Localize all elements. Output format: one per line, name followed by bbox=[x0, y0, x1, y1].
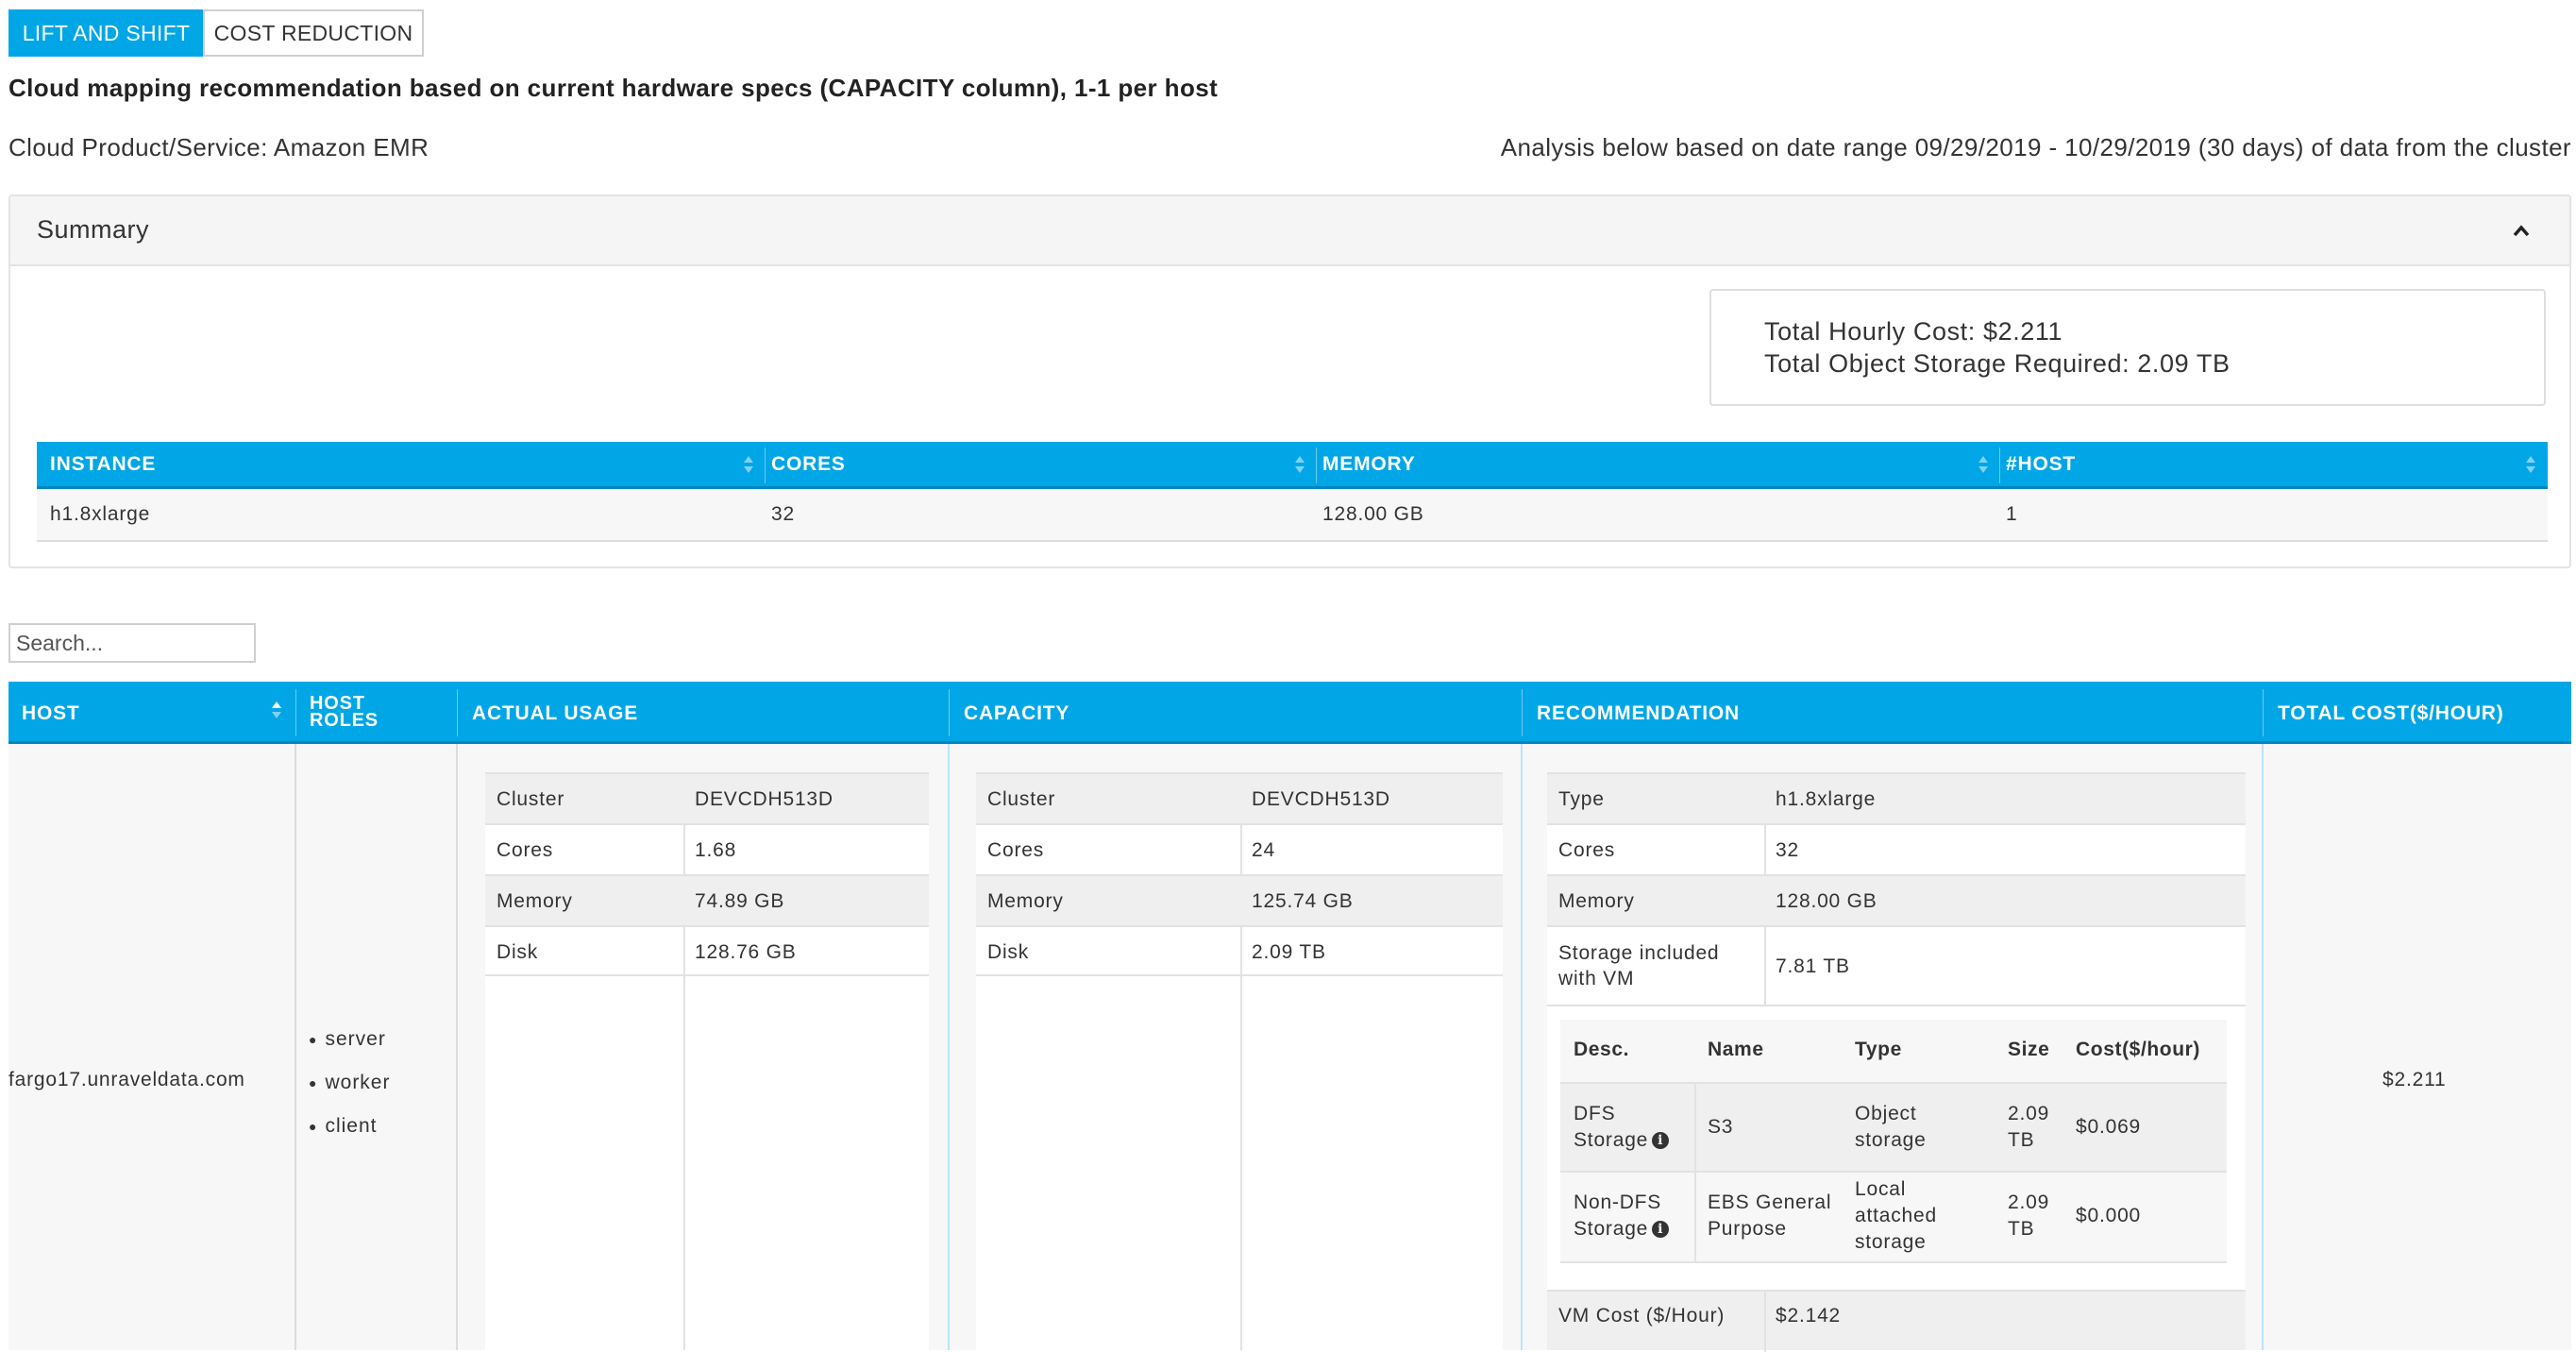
kv-key: Cores bbox=[987, 839, 1045, 861]
storage-name: EBS General Purpose bbox=[1708, 1191, 1832, 1240]
total-object-storage: Total Object Storage Required: 2.09 TB bbox=[1764, 349, 2231, 378]
host-table-header: HOST HOST ROLES ACTUAL USAGE CAPACITY RE… bbox=[8, 682, 2571, 744]
sort-icon[interactable] bbox=[1294, 453, 1305, 476]
storage-header-type: Type bbox=[1855, 1039, 1902, 1060]
kv-value: 7.81 TB bbox=[1776, 955, 1850, 977]
vm-cost-label: VM Cost ($/Hour) bbox=[1558, 1305, 1726, 1327]
column-header-memory[interactable]: MEMORY bbox=[1322, 442, 1416, 486]
column-header-total-cost[interactable]: TOTAL COST($/HOUR) bbox=[2278, 702, 2504, 725]
summary-title: Summary bbox=[37, 215, 150, 244]
kv-value: 24 bbox=[1252, 839, 1275, 861]
column-header-capacity[interactable]: CAPACITY bbox=[964, 702, 1069, 725]
kv-value: 128.00 GB bbox=[1776, 890, 1877, 912]
analysis-range-label: Analysis below based on date range 09/29… bbox=[1500, 133, 2571, 161]
sort-icon[interactable] bbox=[1978, 453, 1989, 476]
search-input[interactable] bbox=[8, 623, 256, 663]
storage-size: 2.09 TB bbox=[2008, 1103, 2050, 1151]
cell-instance: h1.8xlarge bbox=[50, 503, 151, 525]
storage-size: 2.09 TB bbox=[2008, 1191, 2050, 1240]
kv-value: 125.74 GB bbox=[1252, 890, 1354, 912]
sort-icon[interactable] bbox=[743, 453, 754, 476]
storage-type: Local attached storage bbox=[1855, 1178, 1937, 1253]
kv-key: Disk bbox=[987, 941, 1030, 963]
column-header-cores[interactable]: CORES bbox=[771, 442, 846, 486]
table-row: Non-DFS Storage i EBS General Purpose Loc… bbox=[1560, 1171, 2227, 1263]
kv-key: Cores bbox=[1558, 839, 1616, 861]
column-header-host[interactable]: HOST bbox=[22, 702, 80, 725]
sort-icon[interactable] bbox=[271, 699, 282, 721]
summary-table-header: INSTANCE CORES MEMORY #HOST bbox=[37, 442, 2548, 489]
storage-name: S3 bbox=[1708, 1116, 1734, 1138]
kv-value: 74.89 GB bbox=[695, 890, 785, 912]
kv-value: DEVCDH513D bbox=[1252, 788, 1390, 810]
storage-cost: $0.000 bbox=[2076, 1205, 2142, 1226]
column-header-actual-usage[interactable]: ACTUAL USAGE bbox=[472, 702, 638, 725]
kv-value: 2.09 TB bbox=[1252, 941, 1326, 963]
storage-header-desc: Desc. bbox=[1574, 1039, 1630, 1060]
kv-key: Memory bbox=[987, 890, 1064, 912]
kv-key: Cores bbox=[497, 839, 554, 861]
actual-usage-table: Cluster DEVCDH513D Cores 1.68 Memory 74.… bbox=[485, 772, 929, 1350]
storage-table: Desc. Name Type Size Cost($/hour) DFS St… bbox=[1560, 1020, 2227, 1263]
cloud-product-label: Cloud Product/Service: Amazon EMR bbox=[8, 133, 429, 161]
kv-value: 1.68 bbox=[695, 839, 737, 861]
column-header-recommendation[interactable]: RECOMMENDATION bbox=[1537, 702, 1740, 725]
page-heading: Cloud mapping recommendation based on cu… bbox=[8, 74, 1219, 102]
kv-key: Type bbox=[1558, 788, 1605, 810]
list-item: server bbox=[309, 1018, 390, 1061]
host-name[interactable]: fargo17.unraveldata.com bbox=[8, 1069, 245, 1091]
storage-desc: DFS Storage i bbox=[1574, 1101, 1689, 1154]
host-roles-list: server worker client bbox=[309, 1018, 390, 1148]
tab-lift-and-shift[interactable]: LIFT AND SHIFT bbox=[8, 9, 204, 57]
storage-cost: $0.069 bbox=[2076, 1116, 2142, 1138]
kv-key: Memory bbox=[497, 890, 573, 912]
capacity-table: Cluster DEVCDH513D Cores 24 Memory 125.7… bbox=[976, 772, 1503, 1350]
kv-value: h1.8xlarge bbox=[1776, 788, 1877, 810]
recommendation-table: Type h1.8xlarge Cores 32 Memory 128.00 G… bbox=[1547, 772, 2246, 1352]
table-row[interactable]: h1.8xlarge 32 128.00 GB 1 bbox=[37, 489, 2548, 542]
kv-value: 32 bbox=[1776, 839, 1799, 861]
sort-icon[interactable] bbox=[2525, 453, 2536, 476]
total-cost-value: $2.211 bbox=[2382, 1069, 2447, 1090]
kv-key: Cluster bbox=[987, 788, 1056, 810]
tab-cost-reduction[interactable]: COST REDUCTION bbox=[203, 9, 424, 57]
summary-panel-header[interactable]: Summary bbox=[10, 196, 2569, 266]
storage-type: Object storage bbox=[1855, 1103, 1927, 1151]
storage-header-name: Name bbox=[1708, 1039, 1764, 1060]
kv-key: Cluster bbox=[497, 788, 565, 810]
column-header-hosts[interactable]: #HOST bbox=[2006, 442, 2076, 486]
info-icon[interactable]: i bbox=[1652, 1132, 1670, 1150]
info-icon[interactable]: i bbox=[1652, 1221, 1670, 1239]
vm-cost-value: $2.142 bbox=[1776, 1305, 1842, 1327]
column-header-host-roles[interactable]: HOST ROLES bbox=[310, 694, 385, 730]
kv-key: Memory bbox=[1558, 890, 1635, 912]
summary-totals-box: Total Hourly Cost: $2.211 Total Object S… bbox=[1709, 289, 2546, 406]
table-row[interactable]: fargo17.unraveldata.com server worker cl… bbox=[8, 744, 2571, 1352]
list-item: client bbox=[309, 1105, 390, 1148]
storage-desc: Non-DFS Storage i bbox=[1574, 1190, 1689, 1242]
cell-cores: 32 bbox=[771, 503, 795, 525]
kv-key: Disk bbox=[497, 941, 539, 963]
column-header-instance[interactable]: INSTANCE bbox=[50, 442, 156, 486]
list-item: worker bbox=[309, 1061, 390, 1105]
cell-hosts: 1 bbox=[2006, 503, 2018, 525]
storage-header-size: Size bbox=[2008, 1039, 2050, 1060]
storage-header-cost: Cost($/hour) bbox=[2076, 1039, 2201, 1060]
summary-panel: Summary Total Hourly Cost: $2.211 Total … bbox=[8, 194, 2571, 568]
kv-value: DEVCDH513D bbox=[695, 788, 833, 810]
chevron-up-icon[interactable] bbox=[2511, 221, 2532, 242]
kv-value: 128.76 GB bbox=[695, 941, 797, 963]
kv-key: Storage included with VM bbox=[1558, 942, 1720, 989]
cell-memory: 128.00 GB bbox=[1322, 503, 1424, 525]
table-row: DFS Storage i S3 Object storage 2.09 TB $… bbox=[1560, 1082, 2227, 1171]
total-hourly-cost: Total Hourly Cost: $2.211 bbox=[1764, 317, 2063, 346]
